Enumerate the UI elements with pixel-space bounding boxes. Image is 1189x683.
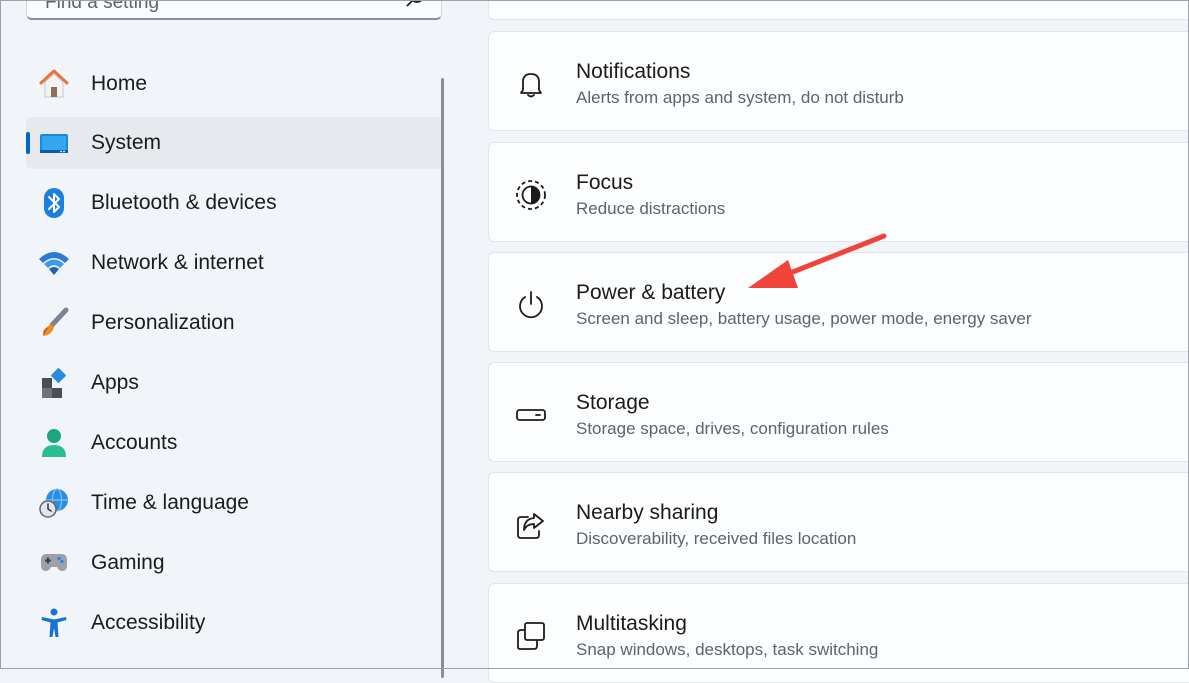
card-title: Focus <box>576 171 634 194</box>
globe-clock-icon <box>38 487 70 519</box>
monitor-icon <box>38 127 70 159</box>
sidebar-item-label: Accounts <box>91 431 178 454</box>
sidebar-item-label: System <box>91 131 162 154</box>
card-title: Storage <box>576 391 650 414</box>
sidebar-item-home[interactable]: Home <box>26 58 442 110</box>
sidebar-item-gaming[interactable]: Gaming <box>26 537 442 589</box>
sidebar-item-accessibility[interactable]: Accessibility <box>26 597 442 649</box>
card-description: Snap windows, desktops, task switching <box>576 640 879 659</box>
power-icon <box>515 289 547 321</box>
home-icon <box>38 68 70 100</box>
storage-card[interactable]: Storage Storage space, drives, configura… <box>488 362 1189 462</box>
focus-icon <box>515 179 547 211</box>
notifications-card[interactable]: Notifications Alerts from apps and syste… <box>488 31 1189 131</box>
card-description: Screen and sleep, battery usage, power m… <box>576 309 1032 328</box>
nearby-sharing-card[interactable]: Nearby sharing Discoverability, received… <box>488 472 1189 572</box>
card-title: Nearby sharing <box>576 501 719 524</box>
gamepad-icon <box>38 547 70 579</box>
card-description: Alerts from apps and system, do not dist… <box>576 88 904 107</box>
sidebar-item-label: Apps <box>91 371 139 394</box>
focus-card[interactable]: Focus Reduce distractions <box>488 142 1189 242</box>
sidebar-item-bluetooth-devices[interactable]: Bluetooth & devices <box>26 177 442 229</box>
selection-indicator <box>26 132 30 154</box>
paintbrush-icon <box>38 307 70 339</box>
card-description: Storage space, drives, configuration rul… <box>576 419 889 438</box>
sidebar-item-apps[interactable]: Apps <box>26 357 442 409</box>
sidebar-item-label: Accessibility <box>91 611 206 634</box>
card-title: Notifications <box>576 60 691 83</box>
person-icon <box>38 427 70 459</box>
card-description: Discoverability, received files location <box>576 529 857 548</box>
bell-icon <box>515 68 547 100</box>
multitasking-card[interactable]: Multitasking Snap windows, desktops, tas… <box>488 583 1189 683</box>
apps-icon <box>38 367 70 399</box>
annotation-arrow <box>748 233 887 288</box>
wifi-icon <box>38 247 70 279</box>
sidebar-item-label: Home <box>91 72 148 95</box>
sidebar-scrollbar[interactable] <box>441 78 444 678</box>
sidebar-item-system[interactable]: System <box>26 117 442 169</box>
card-description: Reduce distractions <box>576 199 726 218</box>
card-title: Multitasking <box>576 612 687 635</box>
sidebar-item-label: Network & internet <box>91 251 264 274</box>
search-icon[interactable] <box>405 0 427 14</box>
share-icon <box>515 509 547 541</box>
sidebar-item-time-language[interactable]: Time & language <box>26 477 442 529</box>
bluetooth-icon <box>38 187 70 219</box>
sidebar-item-label: Personalization <box>91 311 235 334</box>
sidebar-item-label: Time & language <box>91 491 249 514</box>
sidebar-item-network-internet[interactable]: Network & internet <box>26 237 442 289</box>
accessibility-icon <box>38 607 70 639</box>
search-box[interactable] <box>26 0 442 20</box>
sidebar-item-personalization[interactable]: Personalization <box>26 297 442 349</box>
multitasking-icon <box>515 620 547 652</box>
drive-icon <box>515 399 547 431</box>
settings-card[interactable] <box>488 0 1189 20</box>
search-input[interactable] <box>43 0 387 15</box>
sidebar-item-accounts[interactable]: Accounts <box>26 417 442 469</box>
card-title: Power & battery <box>576 281 726 304</box>
sidebar-item-label: Bluetooth & devices <box>91 191 277 214</box>
sidebar-item-label: Gaming <box>91 551 165 574</box>
